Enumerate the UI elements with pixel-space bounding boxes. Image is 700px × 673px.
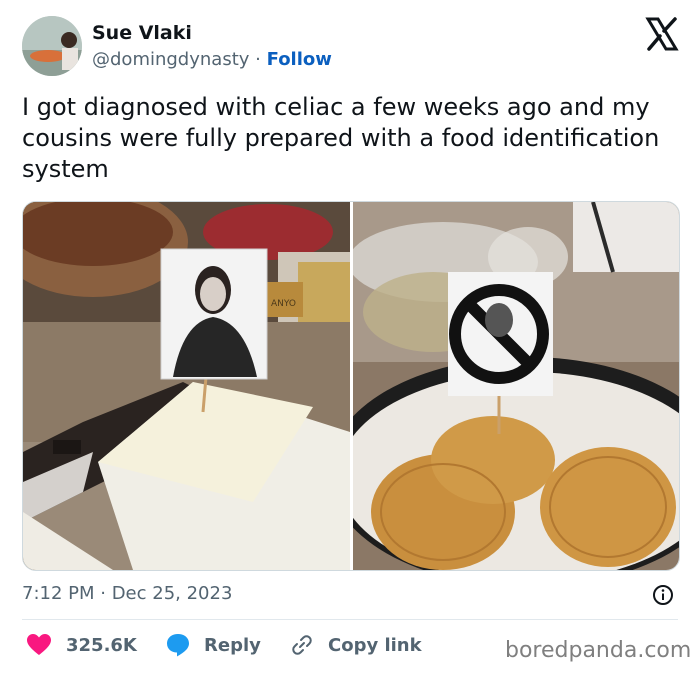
jar-label: ANYO (271, 299, 296, 309)
user-handle[interactable]: @domingdynasty (92, 49, 249, 70)
handle-row: @domingdynasty · Follow (92, 49, 332, 70)
tweet-timestamp[interactable]: 7:12 PM · Dec 25, 2023 (22, 583, 232, 604)
separator: · (255, 49, 261, 70)
info-icon[interactable] (652, 584, 674, 606)
heart-icon (27, 634, 51, 655)
reply-button[interactable]: Reply (166, 633, 261, 657)
tweet-text: I got diagnosed with celiac a few weeks … (22, 93, 660, 183)
watermark: boredpanda.com (505, 638, 692, 663)
link-icon (292, 635, 312, 655)
media-grid[interactable]: ANYO (22, 201, 680, 571)
x-logo-icon[interactable] (644, 16, 680, 52)
copy-link-label: Copy link (328, 634, 422, 656)
like-button[interactable]: 325.6K (26, 633, 137, 657)
avatar[interactable] (22, 16, 82, 76)
left-photo-cheese[interactable]: ANYO (23, 202, 350, 570)
tweet-card: Sue Vlaki @domingdynasty · Follow I got … (0, 0, 700, 673)
right-photo-crackers[interactable] (353, 202, 679, 570)
display-name[interactable]: Sue Vlaki (92, 22, 192, 44)
reply-label: Reply (204, 634, 261, 656)
reply-bubble-icon (167, 634, 189, 657)
copy-link-button[interactable]: Copy link (290, 633, 422, 657)
divider (22, 619, 678, 620)
follow-button[interactable]: Follow (267, 49, 332, 70)
like-count: 325.6K (66, 634, 137, 656)
